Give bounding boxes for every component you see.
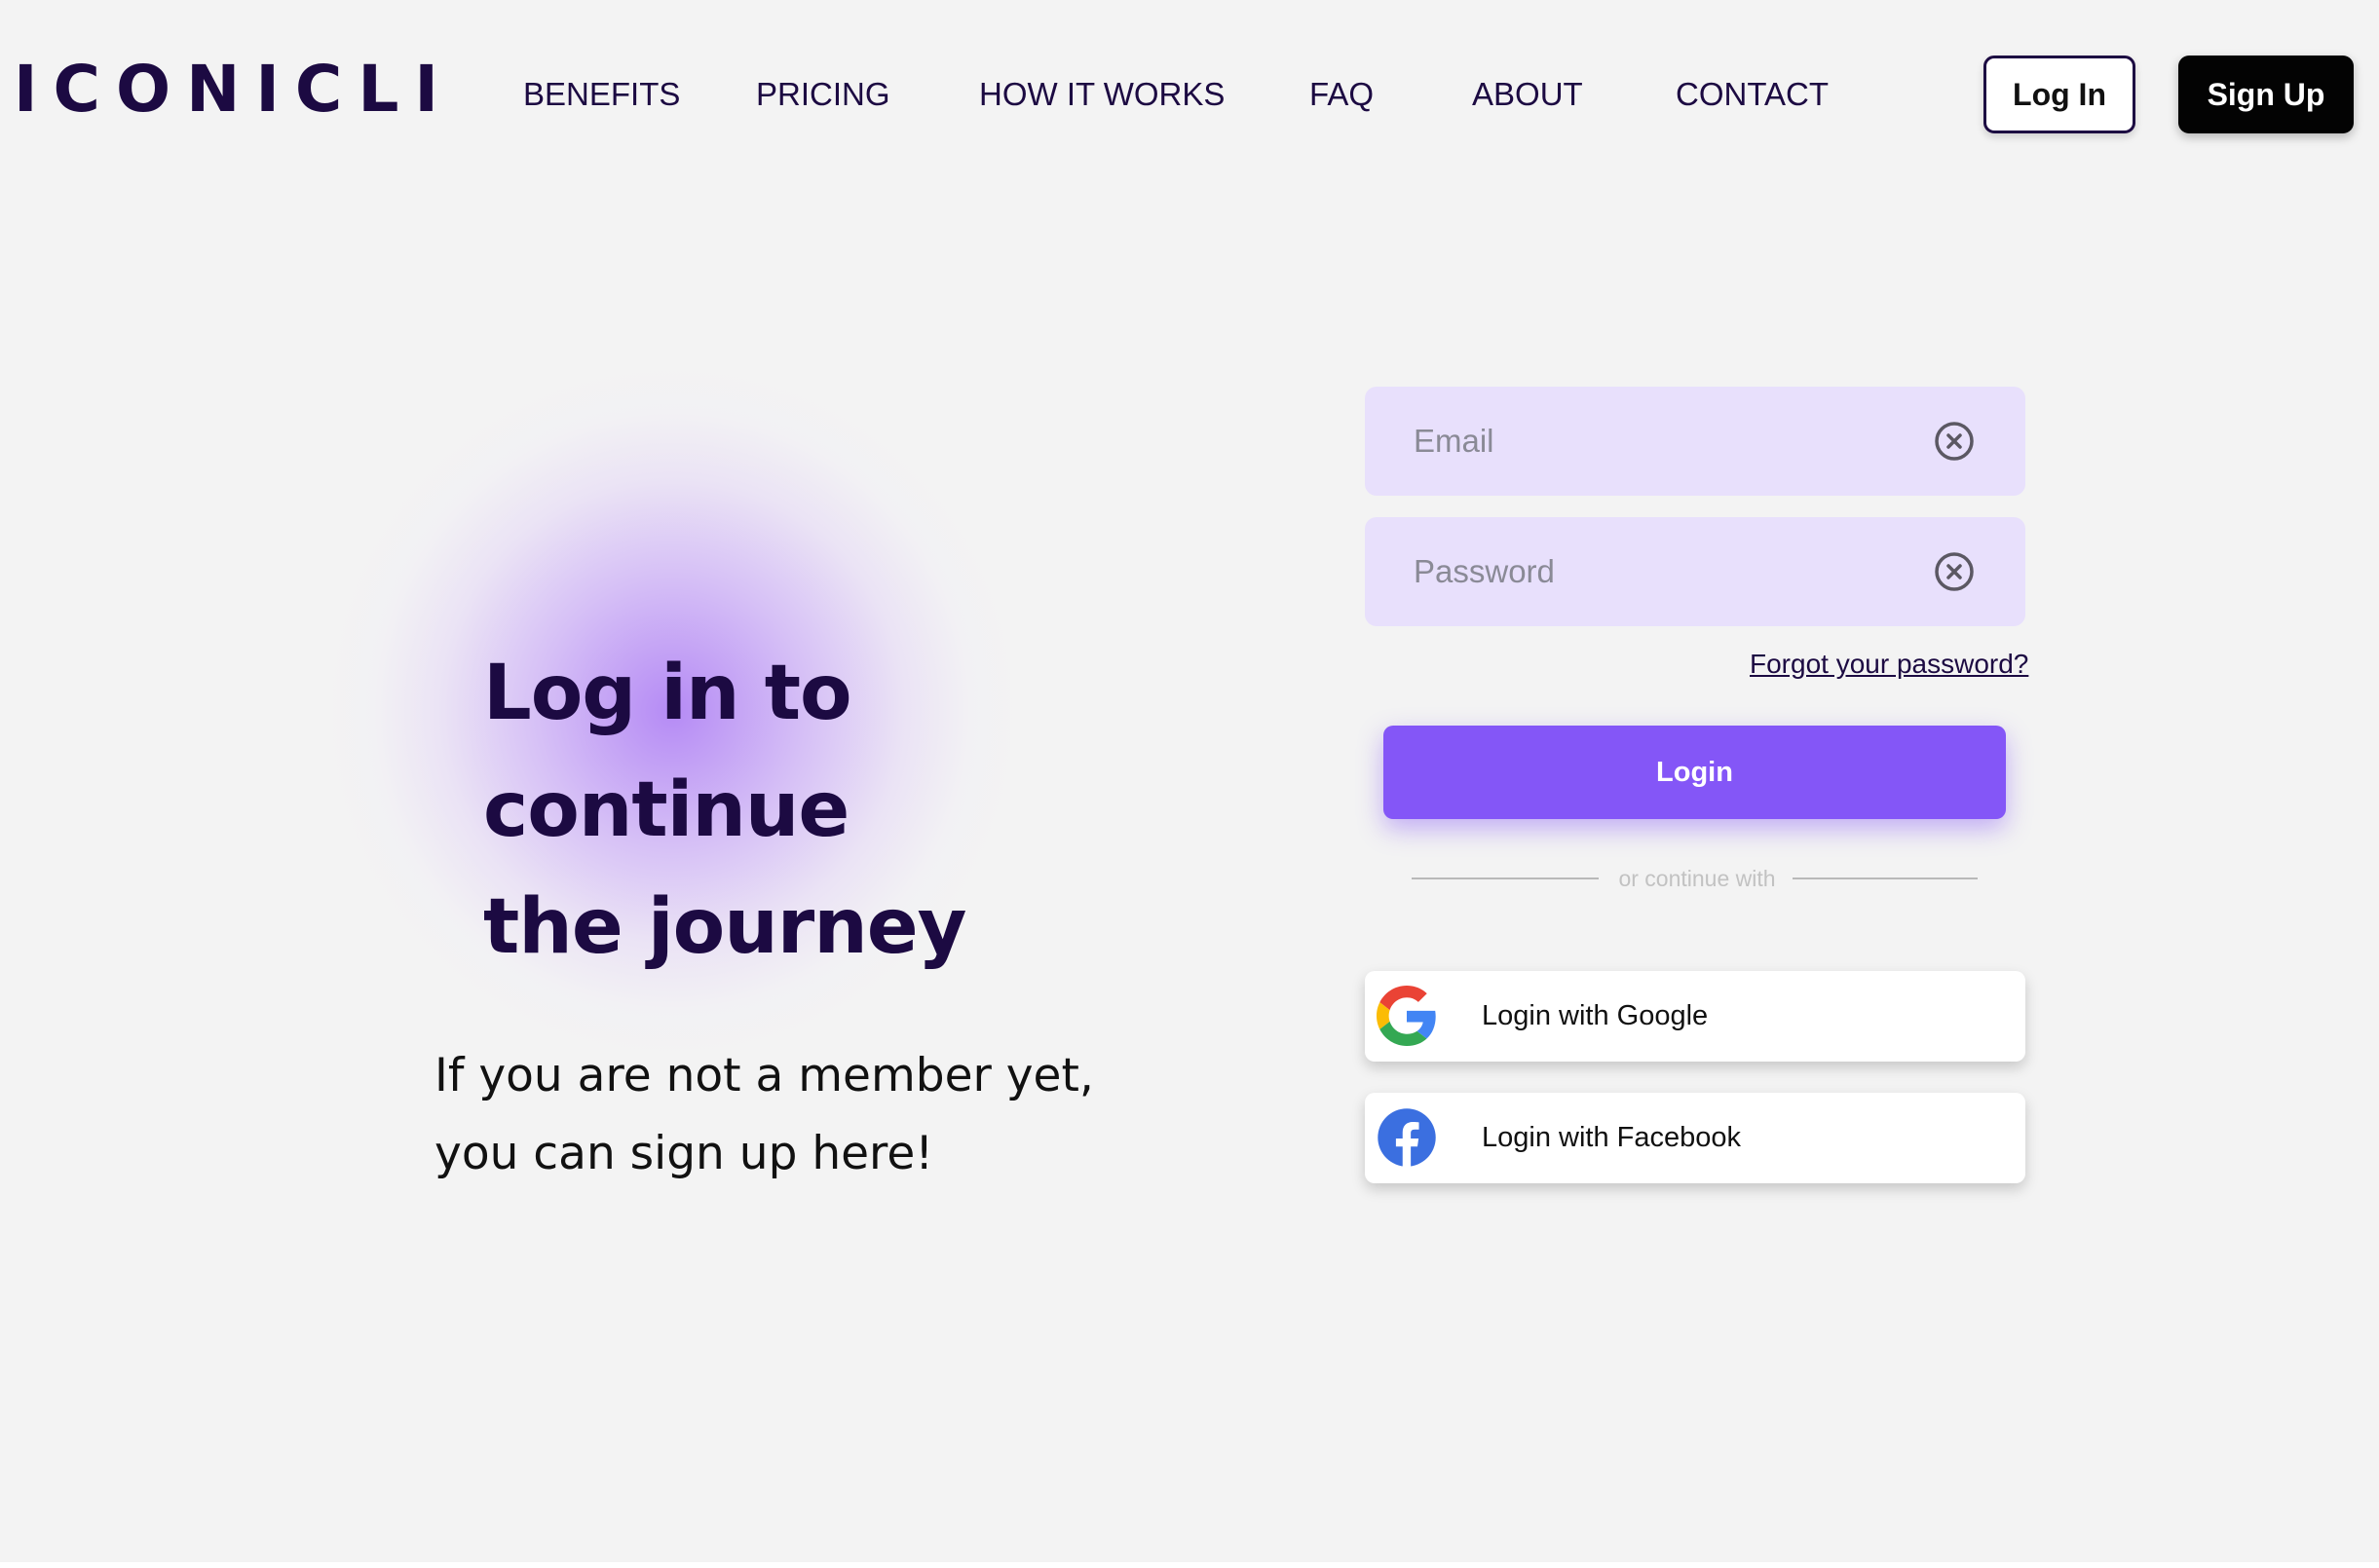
clear-password-icon[interactable] [1934,551,1975,592]
page-bottom-edge [0,1562,2379,1568]
top-navigation-bar: ICONICLI BENEFITS PRICING HOW IT WORKS F… [0,0,2379,190]
header-signup-button[interactable]: Sign Up [2178,56,2354,133]
hero-title-line-2: the journey [483,883,966,971]
google-login-button[interactable]: Login with Google [1365,971,2025,1062]
hero-title-line-1: Log in to continue [483,650,852,854]
facebook-login-label: Login with Facebook [1482,1122,1741,1153]
nav-link-faq[interactable]: FAQ [1309,72,1374,117]
google-g-icon [1377,986,1436,1046]
facebook-login-button[interactable]: Login with Facebook [1365,1093,2025,1183]
password-field[interactable] [1365,517,2025,626]
clear-email-icon[interactable] [1934,421,1975,462]
nav-link-contact[interactable]: CONTACT [1676,72,1829,117]
header-login-button[interactable]: Log In [1983,56,2135,133]
google-login-label: Login with Google [1482,1000,1709,1031]
divider-line-left [1412,877,1599,879]
forgot-password-link[interactable]: Forgot your password? [1750,645,2028,684]
hero-title: Log in to continue the journey [483,635,1224,986]
signup-prompt[interactable]: If you are not a member yet, you can sig… [434,1037,1175,1193]
nav-link-pricing[interactable]: PRICING [756,72,890,117]
login-submit-button[interactable]: Login [1383,726,2006,819]
facebook-f-icon [1378,1108,1436,1168]
email-input[interactable] [1412,387,1918,496]
brand-logo[interactable]: ICONICLI [14,49,454,131]
divider-line-right [1793,877,1978,879]
email-field[interactable] [1365,387,2025,496]
divider-label: or continue with [1618,866,1776,891]
nav-link-benefits[interactable]: BENEFITS [523,72,680,117]
nav-link-how-it-works[interactable]: HOW IT WORKS [979,72,1225,117]
password-input[interactable] [1412,517,1918,626]
signup-prompt-line-2: you can sign up here! [434,1127,934,1180]
nav-link-about[interactable]: ABOUT [1472,72,1583,117]
signup-prompt-line-1: If you are not a member yet, [434,1049,1094,1102]
